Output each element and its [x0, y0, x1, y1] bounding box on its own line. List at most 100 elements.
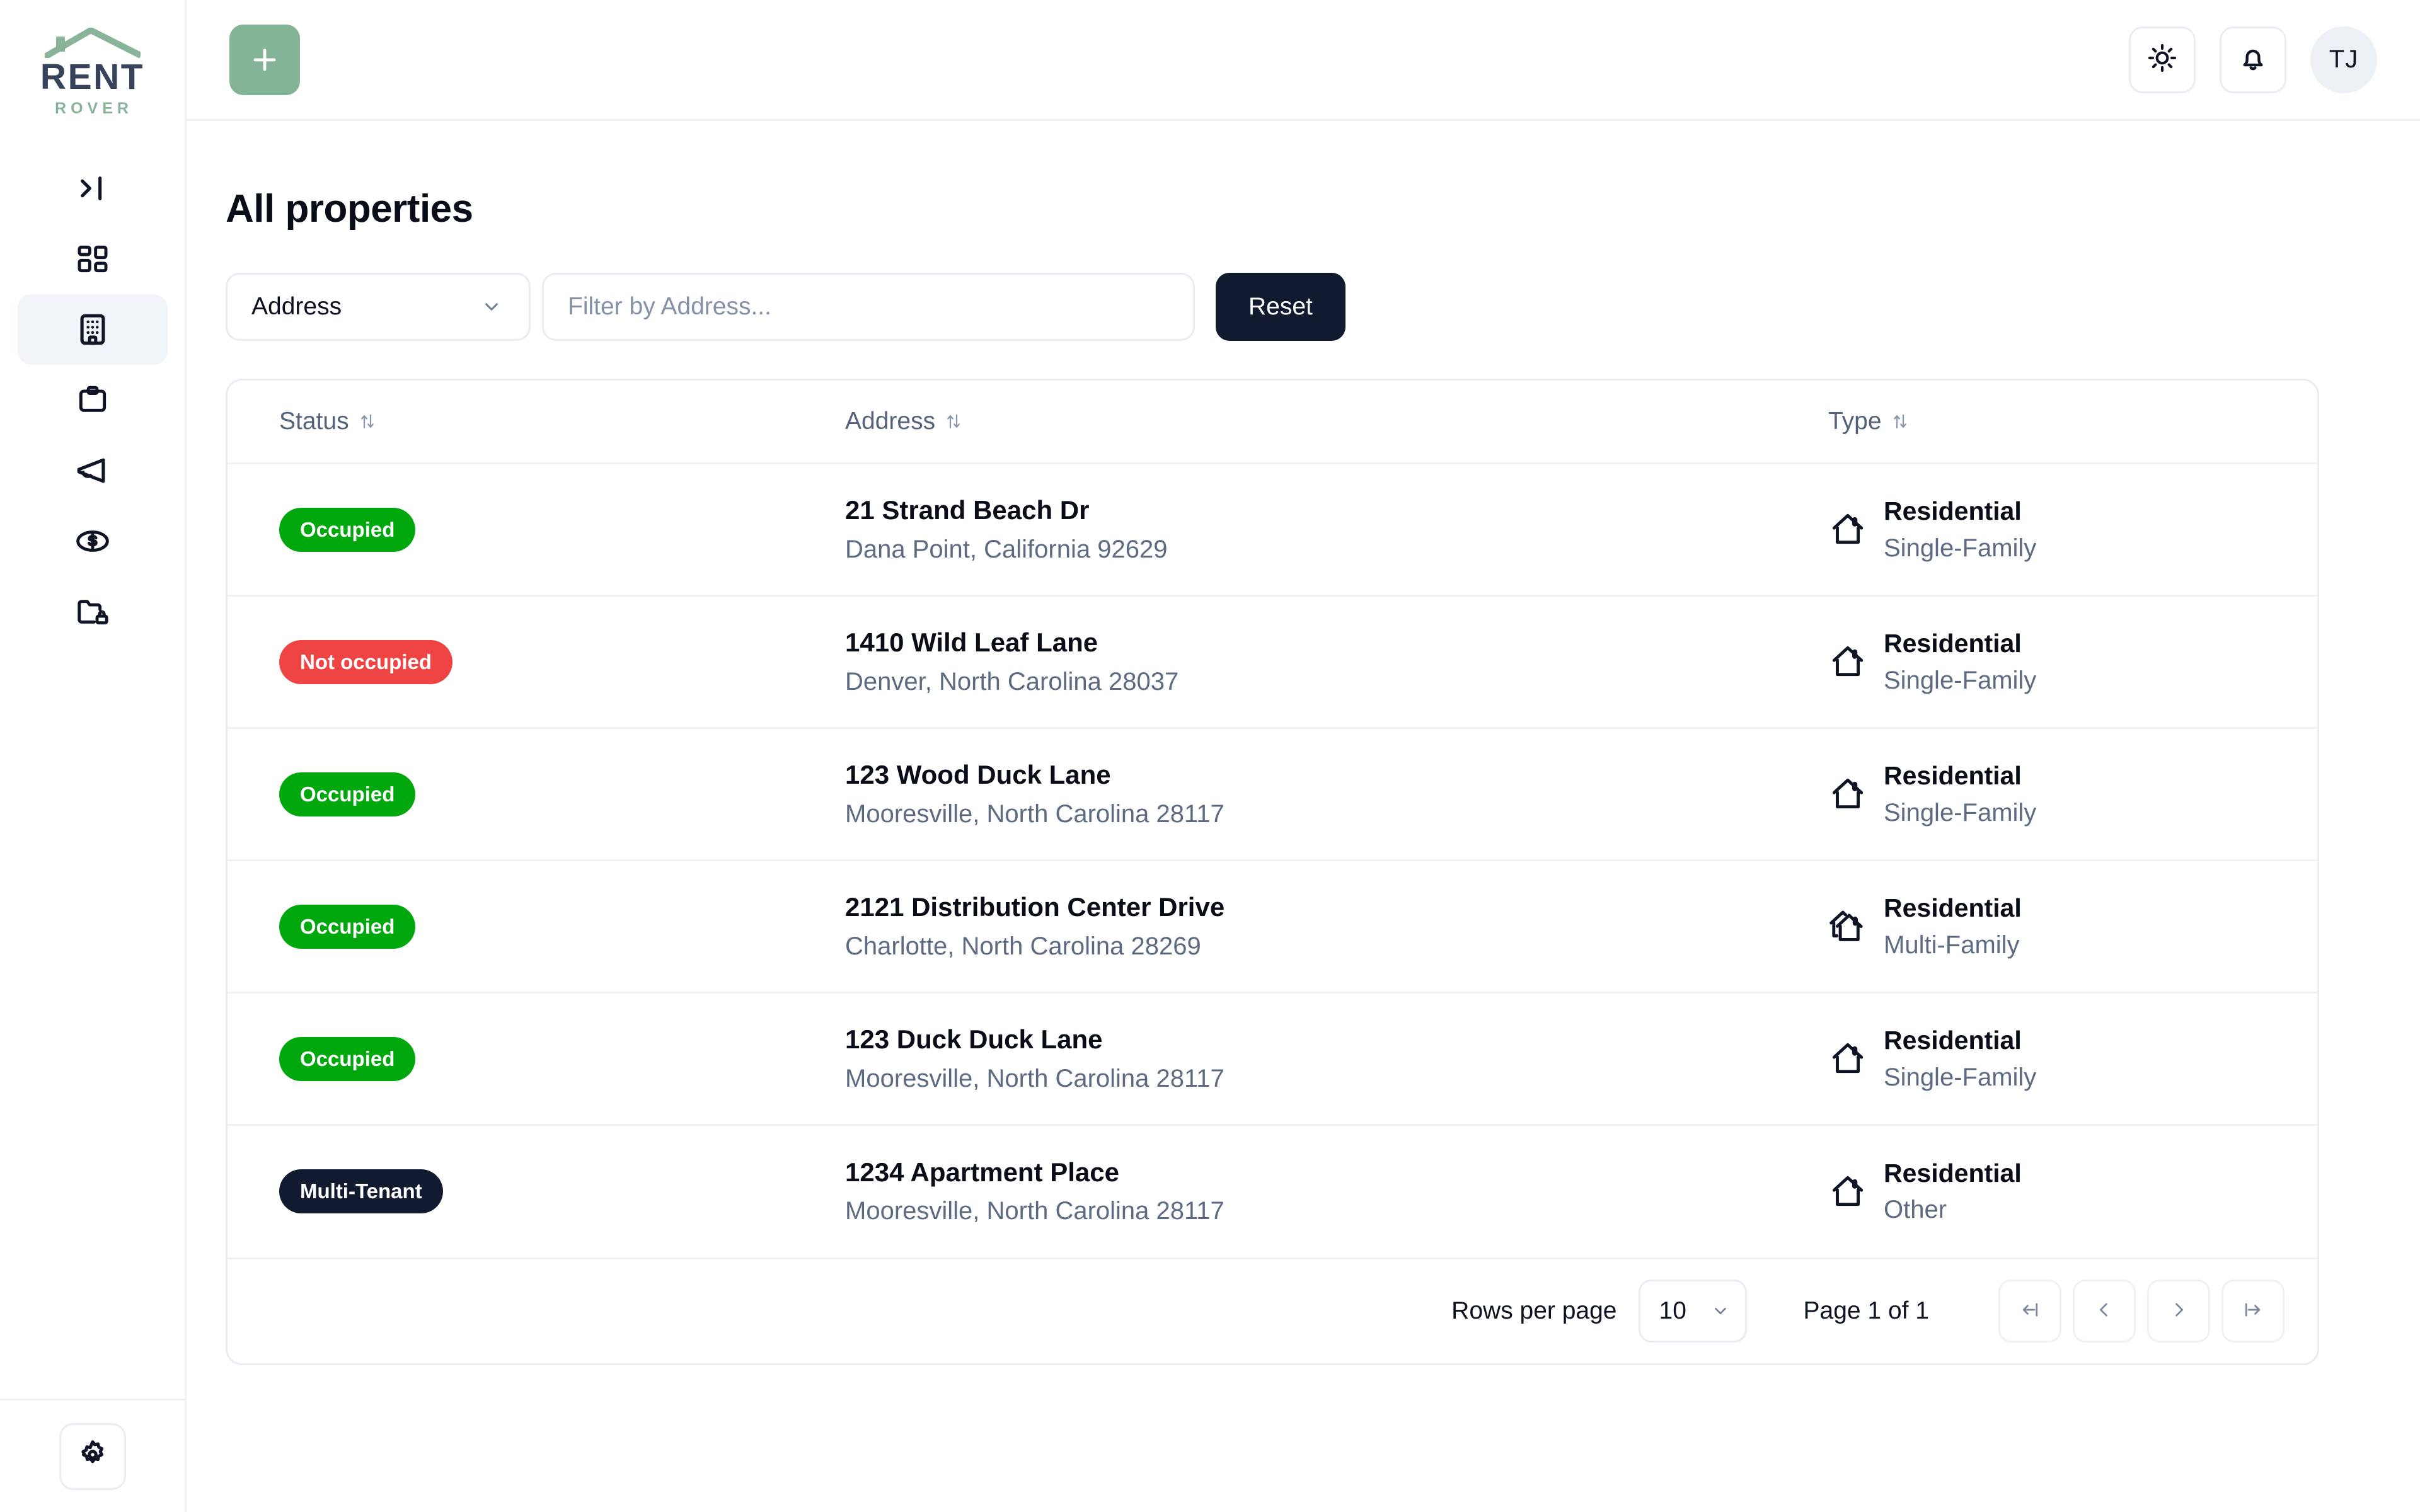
previous-page-button[interactable]	[2073, 1280, 2136, 1343]
settings-button[interactable]	[59, 1423, 126, 1490]
sidebar-nav	[0, 153, 185, 647]
sort-arrows-icon	[944, 412, 963, 431]
cell-status: Occupied	[228, 463, 845, 597]
house-icon	[1828, 1172, 1867, 1211]
topbar: TJ	[187, 0, 2420, 121]
house-icon	[1828, 1039, 1867, 1078]
house-icon	[1828, 510, 1867, 549]
property-type: Residential	[1884, 629, 2022, 658]
filter-field-select[interactable]: Address	[226, 273, 531, 341]
rows-per-page-value: 10	[1659, 1297, 1686, 1324]
building-icon	[74, 311, 111, 348]
gear-icon	[76, 1438, 109, 1474]
add-property-button[interactable]	[229, 24, 300, 95]
property-subtype: Single-Family	[1884, 534, 2037, 562]
address-locality: Dana Point, California 92629	[845, 535, 1168, 563]
sort-arrows-icon	[358, 412, 377, 431]
address-street: 2121 Distribution Center Drive	[845, 892, 1225, 922]
first-page-button[interactable]	[1998, 1280, 2061, 1343]
table-body: Occupied 21 Strand Beach Dr Dana Point, …	[228, 463, 2317, 1257]
column-header-type-label: Type	[1828, 408, 1882, 435]
filter-bar: Address Reset	[226, 273, 2319, 341]
address-locality: Mooresville, North Carolina 28117	[845, 1064, 1224, 1092]
first-page-icon	[2019, 1299, 2041, 1324]
table-row[interactable]: Not occupied 1410 Wild Leaf Lane Denver,…	[228, 595, 2317, 729]
address-street: 123 Duck Duck Lane	[845, 1024, 1103, 1055]
sidebar-item-collapse-sidebar[interactable]	[18, 153, 168, 224]
property-subtype: Single-Family	[1884, 1063, 2037, 1091]
last-page-button[interactable]	[2221, 1280, 2285, 1343]
app-root: RENT ROVER TJ All properties Address Fil…	[0, 0, 2420, 1512]
chevron-down-icon	[1711, 1302, 1730, 1320]
property-type: Residential	[1884, 893, 2022, 923]
address-locality: Mooresville, North Carolina 28117	[845, 799, 1224, 828]
cell-address: 1234 Apartment Place Mooresville, North …	[845, 1125, 1828, 1257]
sidebar-item-dashboard[interactable]	[18, 224, 168, 294]
house-icon	[1828, 642, 1867, 681]
column-header-address[interactable]: Address	[845, 381, 1828, 464]
property-subtype: Other	[1884, 1196, 1947, 1224]
column-header-status[interactable]: Status	[228, 381, 845, 464]
status-badge: Occupied	[279, 507, 416, 552]
column-header-status-label: Status	[279, 408, 349, 435]
status-badge: Occupied	[279, 772, 416, 816]
roof-logo-icon	[44, 28, 141, 58]
cell-status: Multi-Tenant	[228, 1125, 845, 1257]
page-content: All properties Address Reset	[187, 121, 2420, 1512]
property-type: Residential	[1884, 1026, 2022, 1055]
sort-arrows-icon	[1891, 412, 1910, 431]
table-header-row: Status Address Type	[228, 381, 2317, 464]
pagination-bar: Rows per page 10 Page 1 of 1	[228, 1257, 2317, 1363]
address-locality: Mooresville, North Carolina 28117	[845, 1197, 1224, 1225]
bell-icon	[2237, 42, 2269, 77]
column-header-type[interactable]: Type	[1828, 381, 2317, 464]
page-title: All properties	[226, 187, 473, 231]
sidebar: RENT ROVER	[0, 0, 187, 1512]
houses-icon	[1828, 907, 1867, 946]
cell-type: Residential Single-Family	[1828, 463, 2317, 597]
brand-logo: RENT ROVER	[33, 28, 153, 117]
column-header-address-label: Address	[845, 408, 936, 435]
page-indicator: Page 1 of 1	[1803, 1297, 1930, 1324]
sidebar-item-documents[interactable]	[18, 576, 168, 647]
filter-text-input[interactable]	[542, 273, 1195, 341]
address-locality: Denver, North Carolina 28037	[845, 667, 1179, 696]
sidebar-item-properties[interactable]	[17, 294, 168, 365]
sidebar-item-announcements[interactable]	[18, 435, 168, 506]
panel-collapse-icon	[75, 171, 110, 206]
address-street: 123 Wood Duck Lane	[845, 760, 1111, 790]
reset-button[interactable]: Reset	[1216, 273, 1345, 341]
cell-address: 21 Strand Beach Dr Dana Point, Californi…	[845, 463, 1828, 597]
cell-type: Residential Single-Family	[1828, 728, 2317, 861]
status-badge: Not occupied	[279, 639, 453, 684]
table-row[interactable]: Multi-Tenant 1234 Apartment Place Moores…	[228, 1125, 2317, 1257]
chevron-right-icon	[2168, 1299, 2189, 1324]
property-type: Residential	[1884, 761, 2022, 791]
cell-status: Occupied	[228, 728, 845, 861]
cell-type: Residential Single-Family	[1828, 595, 2317, 729]
property-subtype: Single-Family	[1884, 666, 2037, 694]
property-type: Residential	[1884, 496, 2022, 526]
theme-toggle-button[interactable]	[2129, 26, 2196, 93]
status-badge: Multi-Tenant	[279, 1169, 443, 1214]
status-badge: Occupied	[279, 1036, 416, 1081]
cell-address: 123 Duck Duck Lane Mooresville, North Ca…	[845, 992, 1828, 1126]
sidebar-item-tasks[interactable]	[18, 365, 168, 435]
table-row[interactable]: Occupied 123 Duck Duck Lane Mooresville,…	[228, 992, 2317, 1126]
dollar-coin-icon	[75, 524, 110, 559]
next-page-button[interactable]	[2147, 1280, 2210, 1343]
sidebar-footer	[0, 1399, 185, 1512]
notifications-button[interactable]	[2220, 26, 2286, 93]
table-head: Status Address Type	[228, 381, 2317, 464]
table-row[interactable]: Occupied 2121 Distribution Center Drive …	[228, 860, 2317, 994]
properties-table-card: Status Address Type Occupied 21 Strand B…	[226, 379, 2319, 1365]
table-row[interactable]: Occupied 21 Strand Beach Dr Dana Point, …	[228, 463, 2317, 597]
brand-name-secondary: ROVER	[55, 100, 133, 117]
sidebar-item-payments[interactable]	[18, 506, 168, 576]
user-avatar[interactable]: TJ	[2310, 26, 2377, 93]
table-row[interactable]: Occupied 123 Wood Duck Lane Mooresville,…	[228, 728, 2317, 861]
dashboard-grid-icon	[75, 241, 110, 277]
rows-per-page-select[interactable]: 10	[1638, 1280, 1747, 1343]
filter-field-value: Address	[251, 293, 342, 320]
plus-icon	[248, 43, 281, 76]
